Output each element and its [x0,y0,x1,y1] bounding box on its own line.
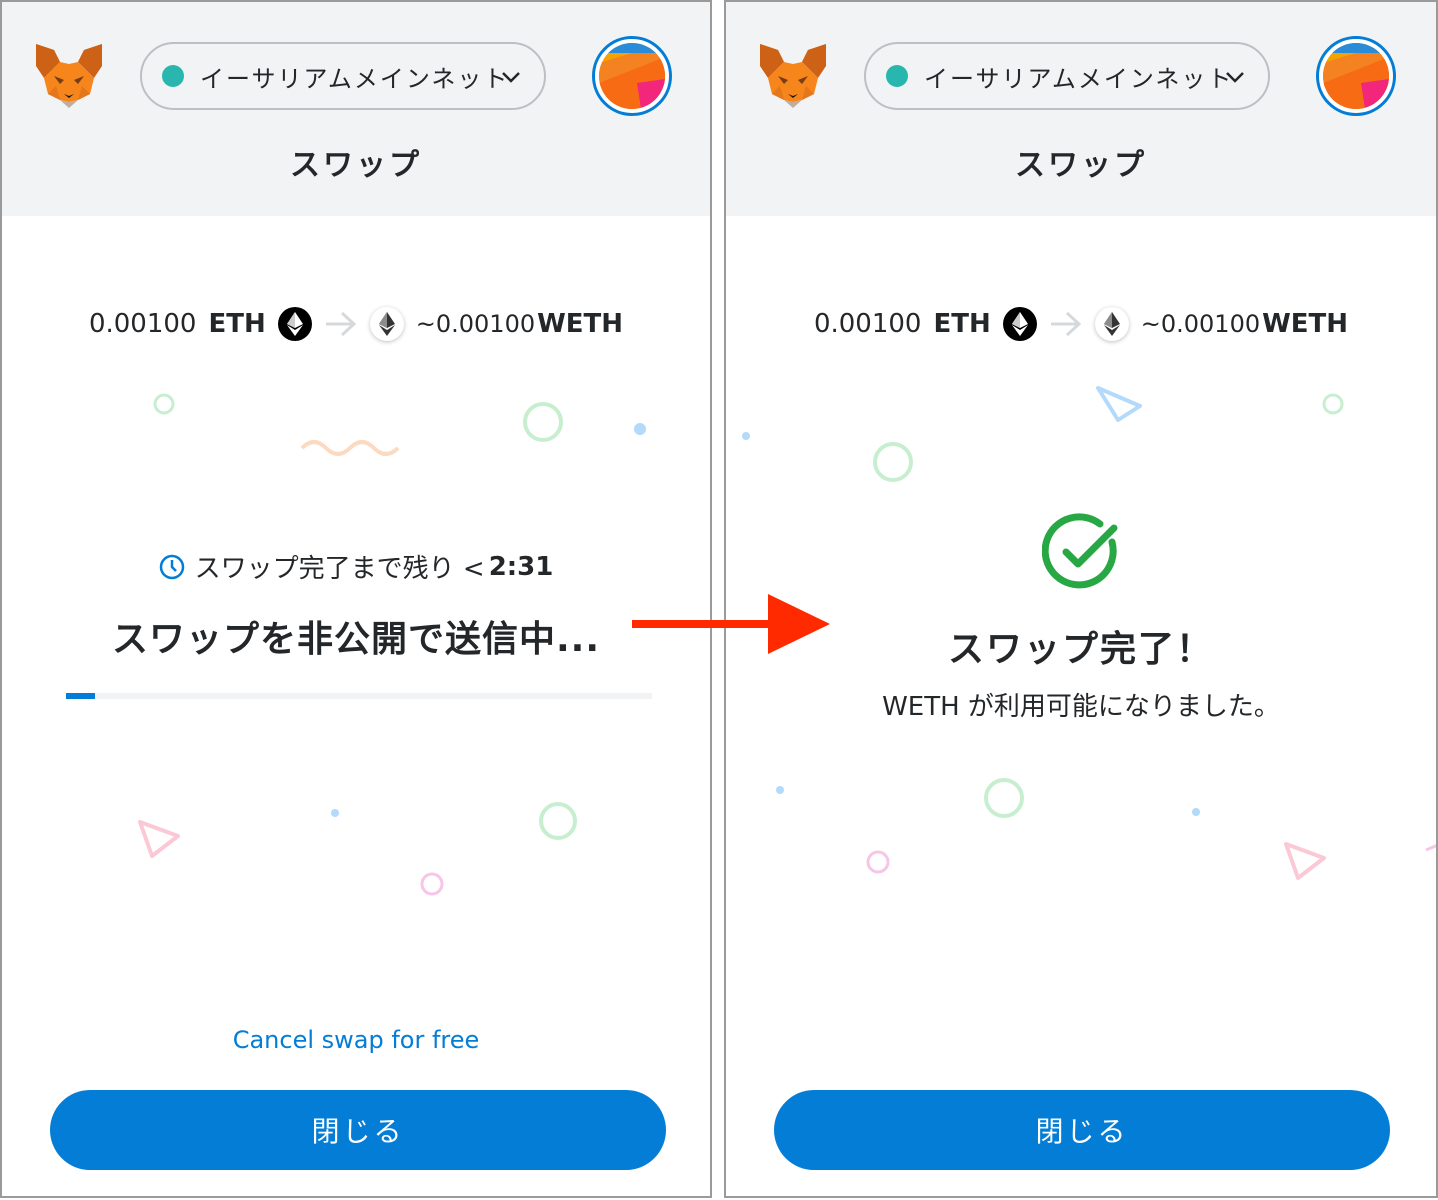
swap-pending-panel: イーサリアムメインネット スワップ 0.00100 ETH ~0.00100 W… [0,0,712,1198]
from-symbol: ETH [208,309,266,339]
from-amount: 0.00100 [88,309,197,339]
swap-pair: 0.00100 ETH ~0.00100 WETH [2,302,710,346]
chevron-down-icon [502,72,520,83]
header: イーサリアムメインネット スワップ [726,2,1436,216]
weth-icon [369,307,404,341]
cancel-swap-link[interactable]: Cancel swap for free [2,1026,710,1054]
to-symbol: WETH [1262,309,1349,339]
close-button[interactable]: 閉じる [774,1090,1390,1170]
swap-timer: スワップ完了まで残り < 2:31 [2,548,710,585]
to-amount: ~0.00100 [415,310,536,338]
timer-value: 2:31 [488,551,554,582]
to-amount: ~0.00100 [1140,310,1261,338]
account-avatar[interactable] [1316,36,1396,116]
swap-pair: 0.00100 ETH ~0.00100 WETH [726,302,1436,346]
progress-bar [66,693,652,699]
to-symbol: WETH [537,309,624,339]
chevron-down-icon [1226,72,1244,83]
network-status-dot [886,65,908,87]
metamask-fox-icon[interactable] [758,42,828,108]
status-title: スワップを非公開で送信中... [111,619,601,660]
clock-icon [159,554,184,579]
weth-icon [1094,307,1129,341]
page-title: スワップ [1015,148,1147,183]
network-selector[interactable]: イーサリアムメインネット [140,42,546,110]
arrow-right-icon [1050,311,1081,337]
arrow-right-icon [325,311,356,337]
swap-complete-title: スワップ完了！ [947,629,1214,670]
progress-fill [66,693,96,699]
network-status-dot [162,65,184,87]
account-avatar[interactable] [592,36,672,116]
page-title: スワップ [290,148,422,183]
network-label: イーサリアムメインネット [924,64,1234,93]
from-symbol: ETH [933,309,991,339]
header: イーサリアムメインネット スワップ [2,2,710,216]
timer-label: スワップ完了まで残り < [194,554,485,584]
check-circle-icon [1042,513,1118,589]
transition-arrow-icon [632,594,830,654]
metamask-fox-icon[interactable] [34,42,104,108]
from-amount: 0.00100 [813,309,922,339]
network-selector[interactable]: イーサリアムメインネット [864,42,1270,110]
swap-complete-subtitle: WETH が利用可能になりました。 [882,692,1280,722]
eth-icon [1002,307,1037,341]
network-label: イーサリアムメインネット [200,64,510,93]
eth-icon [277,307,312,341]
close-button[interactable]: 閉じる [50,1090,666,1170]
